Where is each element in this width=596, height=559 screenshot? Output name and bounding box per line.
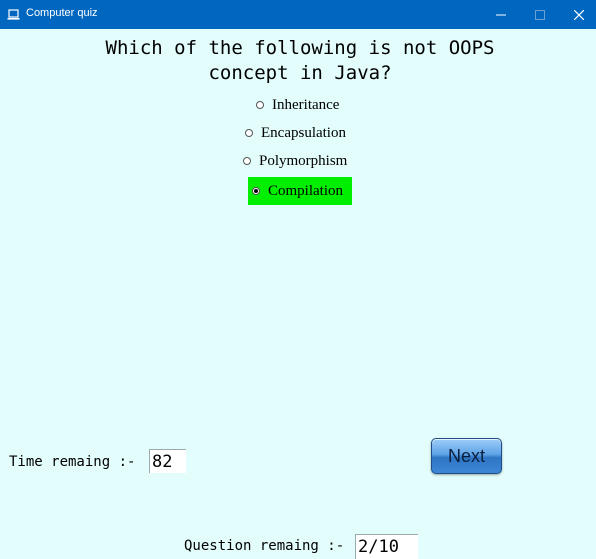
close-button[interactable] xyxy=(560,0,596,29)
time-remaining-value: 82 xyxy=(149,449,186,473)
option-encapsulation[interactable]: Encapsulation xyxy=(245,122,346,144)
close-icon xyxy=(574,9,584,20)
question-text: Which of the following is not OOPS conce… xyxy=(60,36,540,86)
questions-remaining-label: Question remaing :- xyxy=(184,538,345,554)
radio-button[interactable] xyxy=(256,101,264,109)
questions-remaining-value: 2/10 xyxy=(355,534,418,559)
radio-button-selected[interactable] xyxy=(252,187,260,195)
radio-button[interactable] xyxy=(245,129,253,137)
radio-button[interactable] xyxy=(243,157,251,165)
option-label: Compilation xyxy=(268,182,343,199)
option-label: Inheritance xyxy=(272,96,340,113)
option-compilation[interactable]: Compilation xyxy=(248,177,352,205)
quiz-window: Computer quiz Which of the following is … xyxy=(0,0,596,559)
window-title: Computer quiz xyxy=(26,7,98,19)
question-line-1: Which of the following is not OOPS xyxy=(105,37,495,59)
maximize-button[interactable] xyxy=(521,0,559,29)
minimize-icon xyxy=(496,14,506,15)
option-inheritance[interactable]: Inheritance xyxy=(256,94,339,116)
laptop-icon xyxy=(7,9,20,20)
option-label: Polymorphism xyxy=(259,152,348,169)
option-polymorphism[interactable]: Polymorphism xyxy=(243,150,347,172)
minimize-button[interactable] xyxy=(482,0,520,29)
next-button[interactable]: Next xyxy=(431,438,502,474)
title-bar: Computer quiz xyxy=(0,0,596,29)
maximize-icon xyxy=(535,9,545,20)
time-remaining-label: Time remaing :- xyxy=(9,454,136,470)
option-label: Encapsulation xyxy=(261,124,346,141)
question-line-2: concept in Java? xyxy=(208,62,392,84)
